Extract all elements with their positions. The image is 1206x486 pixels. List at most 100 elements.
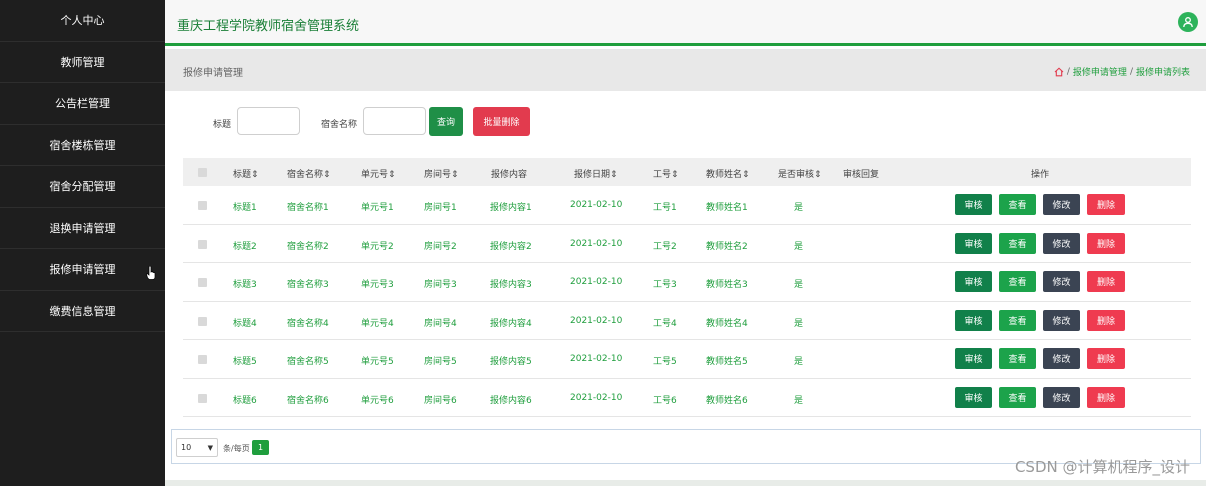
row-checkbox[interactable] bbox=[198, 355, 207, 364]
cell-audited: 是 bbox=[794, 318, 804, 329]
breadcrumb-item-repair-management[interactable]: 报修申请管理 bbox=[1073, 65, 1127, 78]
audit-button[interactable]: 审核 bbox=[955, 386, 992, 408]
row-checkbox[interactable] bbox=[198, 201, 207, 210]
page-subbar: 报修申请管理 / 报修申请管理 / 报修申请列表 bbox=[165, 49, 1206, 91]
cell-audited: 是 bbox=[794, 241, 804, 252]
row-checkbox[interactable] bbox=[198, 316, 207, 326]
audit-button[interactable]: 审核 bbox=[955, 271, 992, 292]
home-icon[interactable] bbox=[1054, 66, 1064, 77]
hand-cursor-icon bbox=[146, 266, 156, 280]
cell-room: 房间号5 bbox=[424, 357, 457, 367]
view-button[interactable]: 查看 bbox=[999, 232, 1036, 254]
cell-title: 标题3 bbox=[233, 280, 257, 290]
cell-unit: 单元号5 bbox=[361, 357, 394, 367]
main-content: 重庆工程学院教师宿舍管理系统 报修申请管理 / 报修申请管理 / 报修申请列表 bbox=[165, 0, 1206, 486]
table-row: 标题2 宿舍名称2 单元号2 房间号2 报修内容2 2021-02-10 工号2… bbox=[183, 224, 1191, 263]
sidebar-item-personal-center[interactable]: 个人中心 bbox=[0, 0, 165, 42]
sidebar-item-label: 个人中心 bbox=[60, 14, 105, 28]
edit-button[interactable]: 修改 bbox=[1043, 232, 1080, 254]
sidebar-item-teacher-management[interactable]: 教师管理 bbox=[0, 42, 165, 83]
cell-unit: 单元号6 bbox=[361, 395, 394, 406]
page-title: 报修申请管理 bbox=[183, 68, 243, 79]
column-header-title[interactable]: 标题⇕ bbox=[233, 167, 259, 180]
view-button[interactable]: 查看 bbox=[999, 271, 1036, 292]
app-title: 重庆工程学院教师宿舍管理系统 bbox=[177, 19, 360, 34]
cell-audited: 是 bbox=[794, 395, 804, 406]
view-button[interactable]: 查看 bbox=[999, 386, 1036, 408]
cell-date: 2021-02-10 bbox=[570, 315, 623, 326]
delete-button[interactable]: 删除 bbox=[1087, 232, 1125, 254]
sidebar-item-payment-info[interactable]: 缴费信息管理 bbox=[0, 291, 165, 332]
cell-job-no: 工号1 bbox=[653, 203, 677, 213]
row-checkbox[interactable] bbox=[198, 393, 207, 403]
delete-button[interactable]: 删除 bbox=[1087, 194, 1125, 215]
cell-dorm-name: 宿舍名称6 bbox=[287, 395, 329, 406]
audit-button[interactable]: 审核 bbox=[955, 309, 992, 331]
delete-button[interactable]: 删除 bbox=[1087, 271, 1125, 292]
cell-audited: 是 bbox=[794, 280, 804, 290]
chevron-down-icon: ▼ bbox=[207, 444, 213, 452]
column-header-audit-reply: 审核回复 bbox=[843, 170, 880, 180]
cell-teacher-name: 教师姓名6 bbox=[706, 395, 748, 406]
cell-content: 报修内容1 bbox=[490, 203, 532, 213]
edit-button[interactable]: 修改 bbox=[1043, 348, 1080, 369]
user-avatar[interactable] bbox=[1178, 12, 1198, 32]
breadcrumb-separator: / bbox=[1129, 66, 1133, 77]
sidebar-item-repair-request[interactable]: 报修申请管理 bbox=[0, 249, 165, 291]
row-checkbox[interactable] bbox=[198, 239, 207, 249]
cell-date: 2021-02-10 bbox=[570, 200, 623, 210]
column-header-teacher-name[interactable]: 教师姓名⇕ bbox=[706, 167, 750, 180]
page-size-select[interactable]: 10 ▼ bbox=[176, 438, 218, 457]
view-button[interactable]: 查看 bbox=[999, 348, 1036, 369]
cell-title: 标题5 bbox=[233, 357, 257, 367]
cell-content: 报修内容2 bbox=[490, 241, 532, 252]
column-header-unit[interactable]: 单元号⇕ bbox=[361, 167, 396, 180]
sidebar-item-exchange-request[interactable]: 退换申请管理 bbox=[0, 208, 165, 249]
column-header-room[interactable]: 房间号⇕ bbox=[424, 167, 459, 180]
cell-content: 报修内容4 bbox=[490, 318, 532, 329]
edit-button[interactable]: 修改 bbox=[1043, 386, 1080, 408]
cell-teacher-name: 教师姓名3 bbox=[706, 280, 748, 290]
cell-dorm-name: 宿舍名称1 bbox=[287, 203, 329, 213]
view-button[interactable]: 查看 bbox=[999, 194, 1036, 215]
footer-bar bbox=[165, 480, 1206, 486]
cell-teacher-name: 教师姓名4 bbox=[706, 318, 748, 329]
sidebar-item-dorm-allocation[interactable]: 宿舍分配管理 bbox=[0, 166, 165, 208]
dorm-name-search-input[interactable] bbox=[363, 107, 426, 135]
sidebar-item-dorm-building[interactable]: 宿舍楼栋管理 bbox=[0, 125, 165, 166]
edit-button[interactable]: 修改 bbox=[1043, 309, 1080, 331]
view-button[interactable]: 查看 bbox=[999, 309, 1036, 331]
column-header-audited[interactable]: 是否审核⇕ bbox=[778, 167, 822, 180]
breadcrumb: / 报修申请管理 / 报修申请列表 bbox=[1054, 65, 1190, 78]
column-header-date[interactable]: 报修日期⇕ bbox=[574, 167, 618, 180]
page-number-button[interactable]: 1 bbox=[252, 440, 269, 455]
edit-button[interactable]: 修改 bbox=[1043, 194, 1080, 215]
audit-button[interactable]: 审核 bbox=[955, 232, 992, 254]
select-all-checkbox[interactable] bbox=[198, 168, 207, 177]
edit-button[interactable]: 修改 bbox=[1043, 271, 1080, 292]
cell-unit: 单元号4 bbox=[361, 318, 394, 329]
column-header-job-no[interactable]: 工号⇕ bbox=[653, 167, 679, 180]
row-checkbox[interactable] bbox=[198, 278, 207, 287]
cell-unit: 单元号1 bbox=[361, 203, 394, 213]
dorm-name-label: 宿舍名称 bbox=[321, 120, 358, 130]
cell-title: 标题2 bbox=[233, 241, 257, 252]
delete-button[interactable]: 删除 bbox=[1087, 348, 1125, 369]
audit-button[interactable]: 审核 bbox=[955, 348, 992, 369]
cell-audited: 是 bbox=[794, 357, 804, 367]
delete-button[interactable]: 删除 bbox=[1087, 386, 1125, 408]
delete-button[interactable]: 删除 bbox=[1087, 309, 1125, 331]
cell-teacher-name: 教师姓名1 bbox=[706, 203, 748, 213]
title-search-input[interactable] bbox=[237, 107, 300, 135]
query-button[interactable]: 查询 bbox=[429, 107, 463, 136]
table-row: 标题6 宿舍名称6 单元号6 房间号6 报修内容6 2021-02-10 工号6… bbox=[183, 378, 1191, 417]
column-header-content: 报修内容 bbox=[491, 170, 528, 180]
column-header-dorm-name[interactable]: 宿舍名称⇕ bbox=[287, 167, 331, 180]
breadcrumb-separator: / bbox=[1066, 66, 1070, 77]
audit-button[interactable]: 审核 bbox=[955, 194, 992, 215]
repair-request-table: 标题⇕ 宿舍名称⇕ 单元号⇕ 房间号⇕ 报修内容 报修日期⇕ 工号⇕ 教师姓名⇕… bbox=[183, 158, 1191, 417]
cell-dorm-name: 宿舍名称2 bbox=[287, 241, 329, 252]
batch-delete-button[interactable]: 批量删除 bbox=[473, 107, 530, 136]
cell-room: 房间号2 bbox=[424, 241, 457, 252]
sidebar-item-notice-board[interactable]: 公告栏管理 bbox=[0, 83, 165, 125]
